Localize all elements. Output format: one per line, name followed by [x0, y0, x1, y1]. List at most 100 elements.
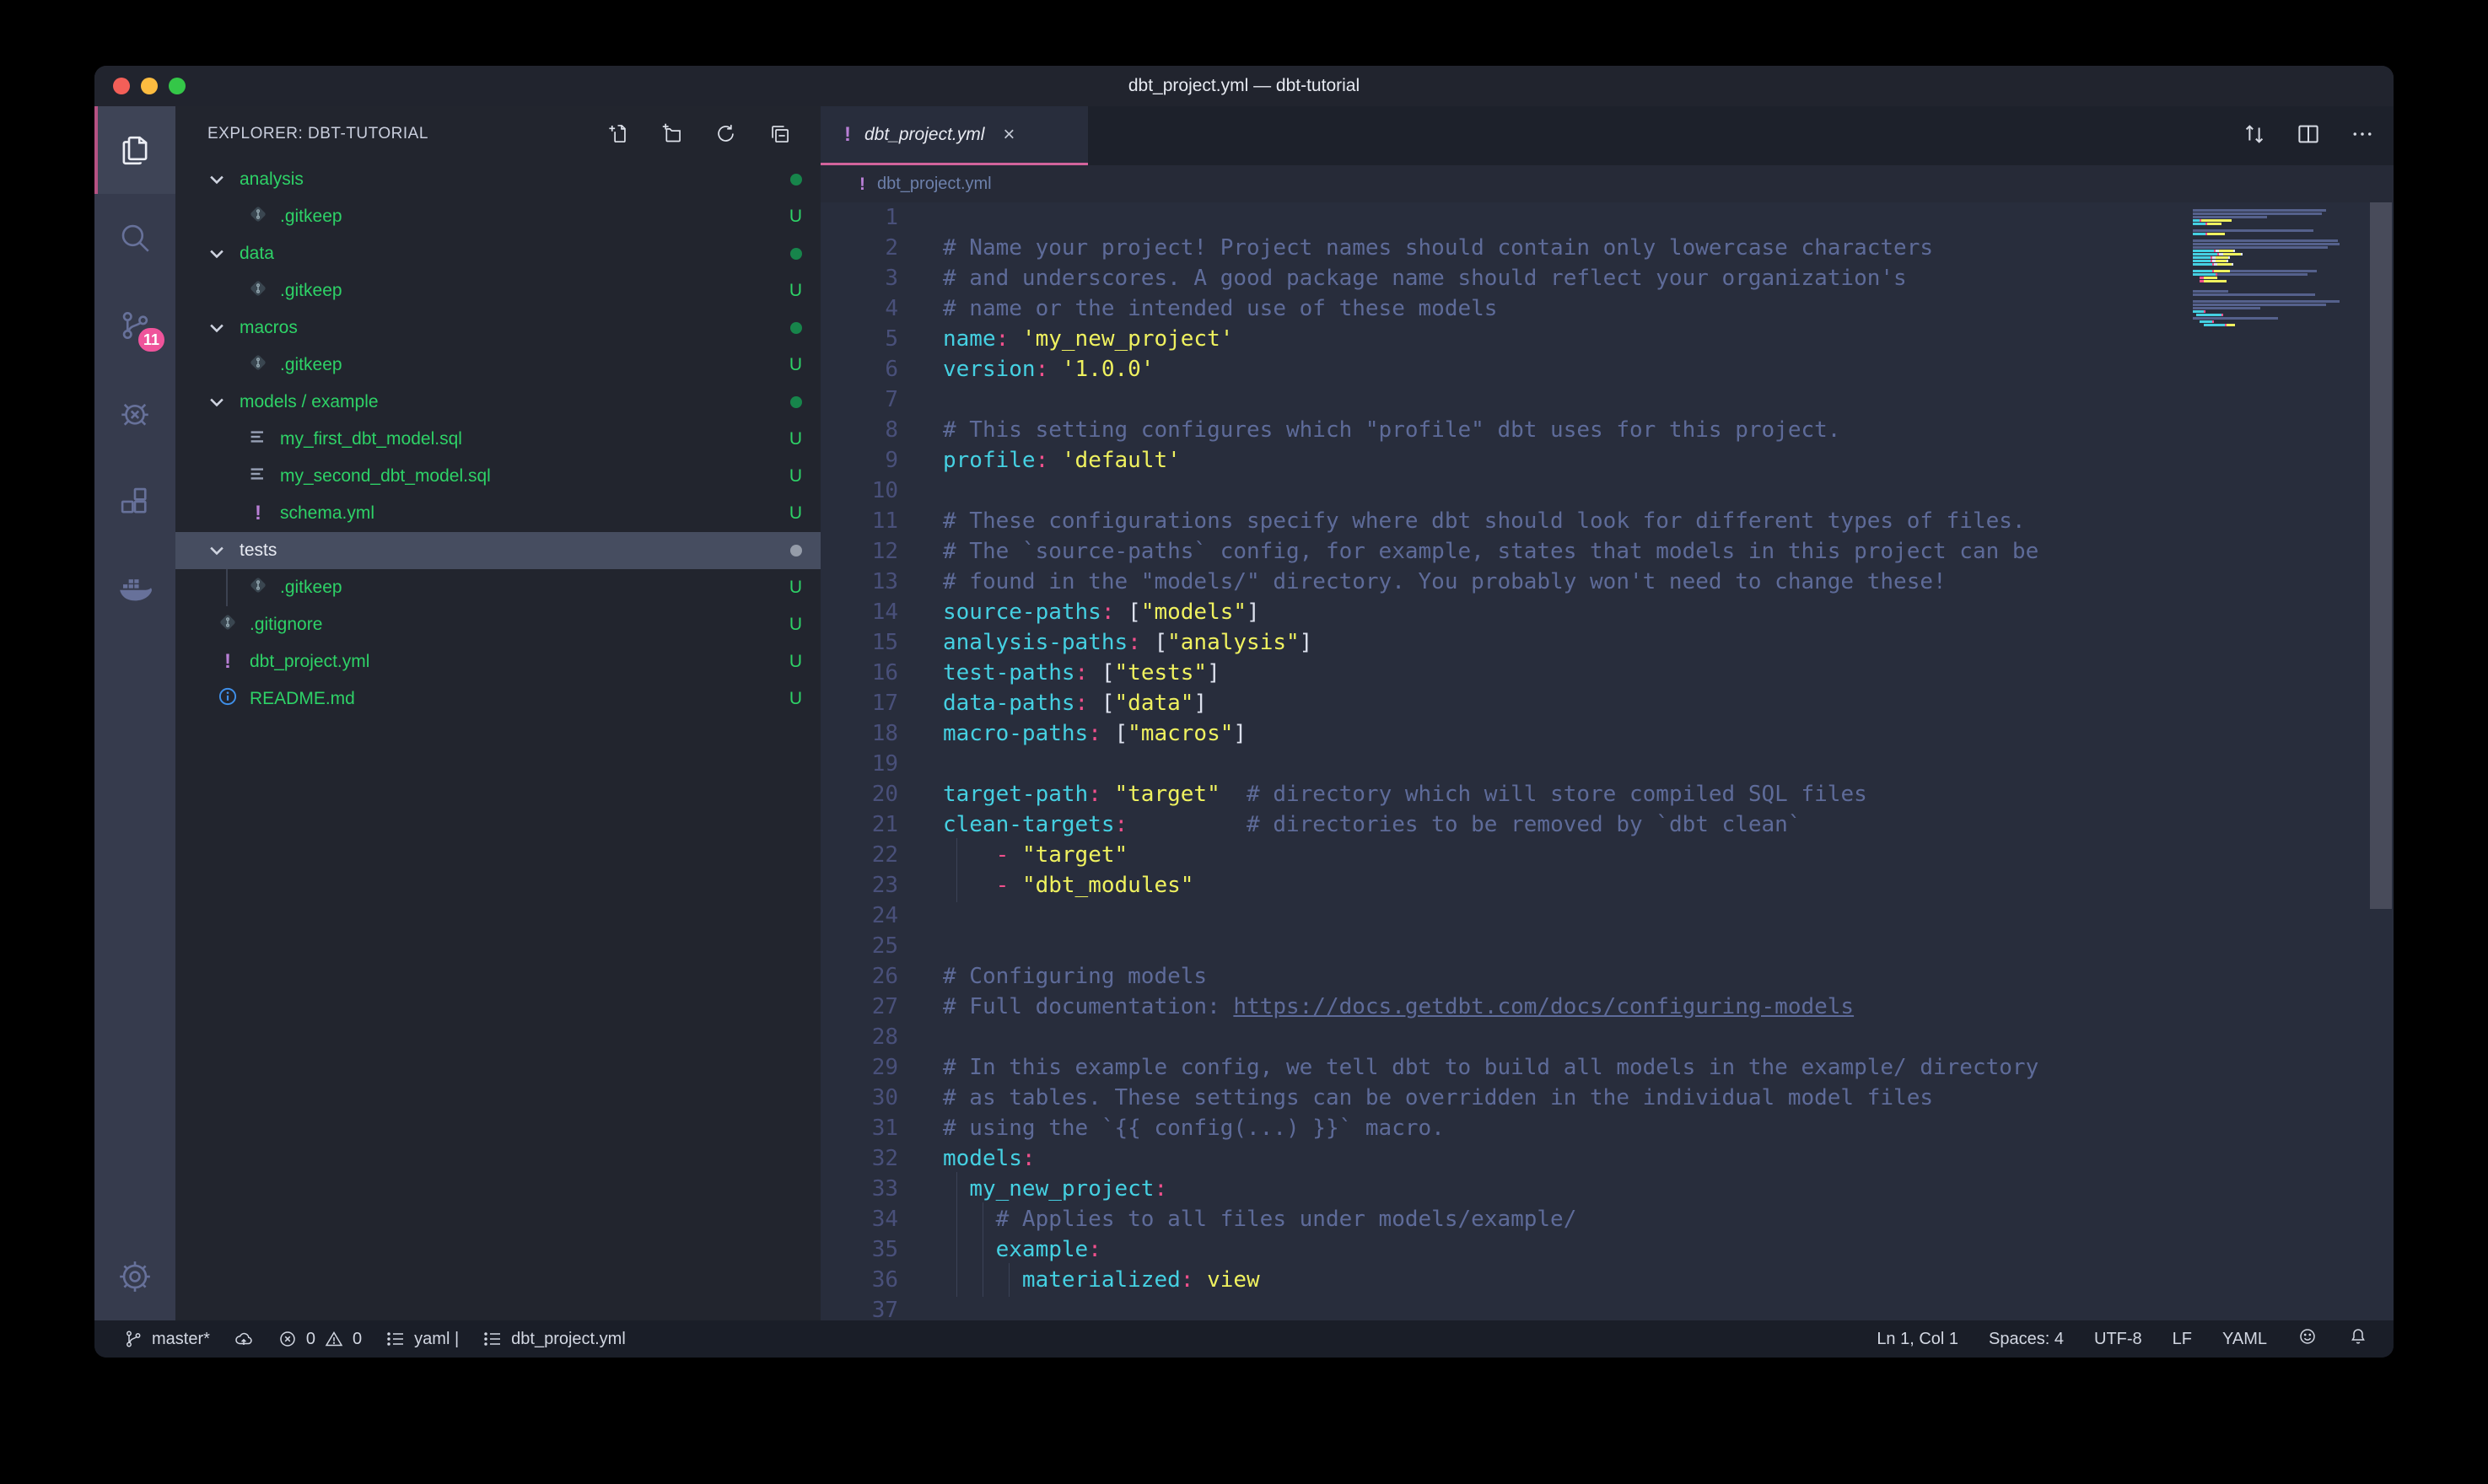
tree-item-readme-md[interactable]: README.mdU	[175, 680, 821, 718]
new-folder-button[interactable]	[655, 118, 687, 150]
chevron-down-icon	[207, 541, 226, 560]
code-line-31: 31# using the `{{ config(...) }}` macro.	[821, 1113, 2394, 1143]
code-editor[interactable]: 12# Name your project! Project names sho…	[821, 202, 2394, 1320]
code-line-5: 5name: 'my_new_project'	[821, 324, 2394, 354]
minimap-line	[2193, 260, 2358, 262]
indentation-setting[interactable]: Spaces: 4	[1989, 1330, 2064, 1349]
minimize-window-button[interactable]	[141, 78, 158, 94]
tree-item-tests[interactable]: tests	[175, 532, 821, 569]
warning-count: 0	[353, 1330, 362, 1349]
collapse-folders-button[interactable]	[763, 118, 795, 150]
tree-item-macros[interactable]: macros	[175, 309, 821, 347]
notifications-button[interactable]	[2348, 1326, 2368, 1352]
code-line-30: 30# as tables. These settings can be ove…	[821, 1083, 2394, 1113]
yaml-mode-status[interactable]: yaml |	[385, 1329, 459, 1349]
sidebar-item-source-control[interactable]: 11	[94, 282, 175, 369]
indent-guide	[956, 1202, 957, 1236]
code-line-17: 17data-paths: ["data"]	[821, 688, 2394, 718]
code-line-26: 26# Configuring models	[821, 961, 2394, 992]
sidebar-item-docker[interactable]	[94, 545, 175, 632]
sidebar-item-settings[interactable]	[94, 1233, 175, 1320]
close-window-button[interactable]	[113, 78, 130, 94]
bell-icon	[2348, 1326, 2368, 1347]
tree-item--gitkeep[interactable]: .gitkeepU	[175, 347, 821, 384]
tree-item-data[interactable]: data	[175, 235, 821, 272]
code-line-8: 8# This setting configures which "profil…	[821, 415, 2394, 445]
zoom-window-button[interactable]	[169, 78, 186, 94]
tree-item-my-second-dbt-model-sql[interactable]: my_second_dbt_model.sqlU	[175, 458, 821, 495]
minimap[interactable]	[2193, 206, 2358, 331]
tree-item-models-example[interactable]: models / example	[175, 384, 821, 421]
line-number: 25	[821, 931, 898, 961]
language-mode[interactable]: YAML	[2222, 1330, 2267, 1349]
indent-guide	[956, 838, 957, 872]
line-number: 4	[821, 293, 898, 324]
line-number: 22	[821, 840, 898, 870]
split-editor-button[interactable]	[2296, 121, 2321, 151]
sidebar-item-extensions[interactable]	[94, 457, 175, 545]
git-untracked-badge: U	[789, 355, 802, 375]
vscode-window: dbt_project.yml — dbt-tutorial 11	[94, 66, 2394, 1358]
line-number: 5	[821, 324, 898, 354]
feedback-button[interactable]	[2297, 1326, 2318, 1352]
breadcrumb[interactable]: ! dbt_project.yml	[821, 165, 2394, 202]
minimap-line	[2193, 226, 2358, 229]
tree-item-dbt-project-yml[interactable]: !dbt_project.ymlU	[175, 643, 821, 680]
tree-item-label: README.md	[250, 689, 355, 709]
tree-item-label: .gitkeep	[280, 578, 342, 598]
window-controls	[113, 66, 186, 106]
line-number: 31	[821, 1113, 898, 1143]
breadcrumb-file-label[interactable]: dbt_project.yml	[877, 175, 992, 194]
tree-item--gitkeep[interactable]: .gitkeepU	[175, 198, 821, 235]
code-line-27: 27# Full documentation: https://docs.get…	[821, 992, 2394, 1022]
code-line-32: 32models:	[821, 1143, 2394, 1174]
tree-item-analysis[interactable]: analysis	[175, 161, 821, 198]
encoding-setting[interactable]: UTF-8	[2094, 1330, 2142, 1349]
line-number: 16	[821, 658, 898, 688]
line-number: 26	[821, 961, 898, 992]
sidebar-item-explorer[interactable]	[94, 106, 175, 194]
line-number: 20	[821, 779, 898, 809]
tree-item--gitkeep[interactable]: .gitkeepU	[175, 569, 821, 606]
compare-changes-icon	[2242, 121, 2267, 147]
line-number: 33	[821, 1174, 898, 1204]
refresh-explorer-button[interactable]	[709, 118, 741, 150]
line-number: 13	[821, 567, 898, 597]
line-number: 23	[821, 870, 898, 901]
line-number: 32	[821, 1143, 898, 1174]
tab-dbt-project-yml[interactable]: ! dbt_project.yml ×	[821, 106, 1088, 165]
debug-bug-icon	[117, 395, 153, 431]
problems-status[interactable]: 0 0	[277, 1329, 362, 1349]
minimap-line	[2193, 229, 2358, 232]
code-line-35: 35 example:	[821, 1234, 2394, 1265]
sidebar-item-debug[interactable]	[94, 369, 175, 457]
yaml-warning-icon: !	[859, 175, 865, 193]
sidebar-item-search[interactable]	[94, 194, 175, 282]
cursor-position[interactable]: Ln 1, Col 1	[1877, 1330, 1958, 1349]
git-status-dot	[790, 248, 802, 260]
minimap-line	[2193, 317, 2358, 320]
tab-bar: ! dbt_project.yml ×	[821, 106, 2394, 165]
tree-item--gitkeep[interactable]: .gitkeepU	[175, 272, 821, 309]
minimap-line	[2193, 256, 2358, 259]
active-file-status[interactable]: dbt_project.yml	[482, 1329, 626, 1349]
code-line-10: 10	[821, 476, 2394, 506]
editor-scrollbar[interactable]	[2370, 202, 2392, 909]
eol-setting[interactable]: LF	[2173, 1330, 2192, 1349]
open-changes-button[interactable]	[2242, 121, 2267, 151]
tree-item--gitignore[interactable]: .gitignoreU	[175, 606, 821, 643]
minimap-line	[2193, 297, 2358, 299]
more-actions-button[interactable]	[2350, 121, 2375, 151]
indent-guide	[956, 1172, 957, 1206]
tree-item-my-first-dbt-model-sql[interactable]: my_first_dbt_model.sqlU	[175, 421, 821, 458]
sync-changes-button[interactable]	[234, 1329, 254, 1349]
code-line-16: 16test-paths: ["tests"]	[821, 658, 2394, 688]
new-file-button[interactable]	[601, 118, 633, 150]
close-tab-icon[interactable]: ×	[1003, 123, 1015, 147]
minimap-line	[2193, 223, 2358, 225]
tree-item-schema-yml[interactable]: !schema.ymlU	[175, 495, 821, 532]
git-branch-status[interactable]: master*	[123, 1329, 210, 1349]
minimap-line	[2193, 287, 2358, 289]
minimap-line	[2193, 270, 2358, 272]
file-tree: analysis.gitkeepUdata.gitkeepUmacros.git…	[175, 161, 821, 1320]
